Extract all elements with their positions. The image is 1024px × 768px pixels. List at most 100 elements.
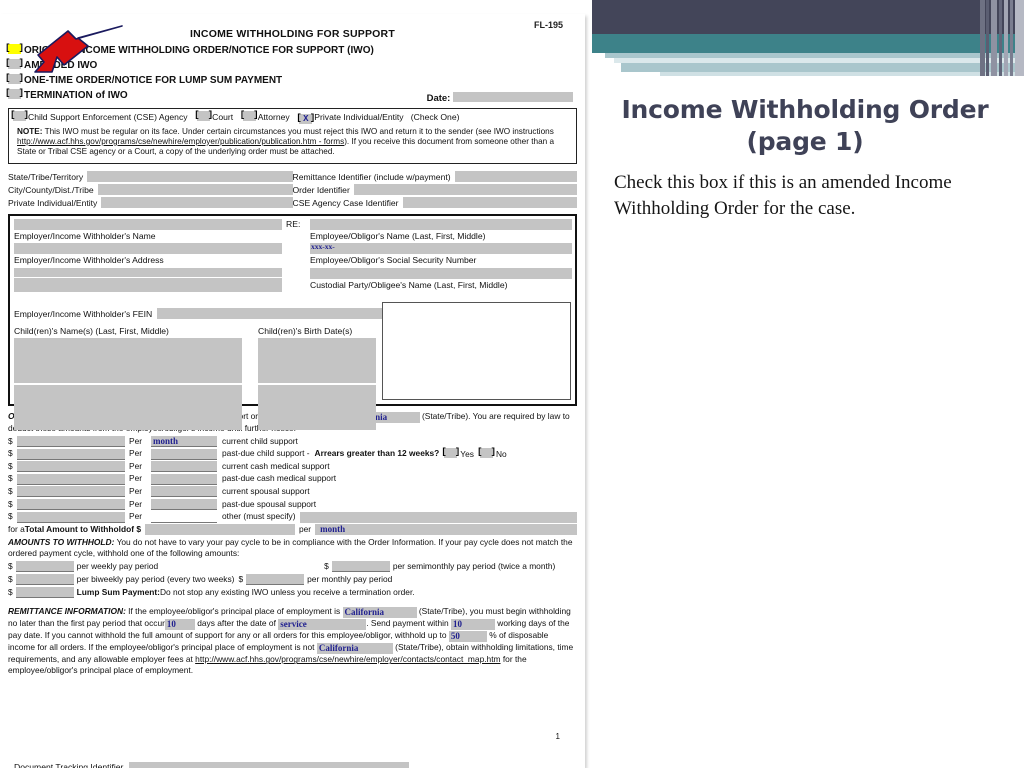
input-biweekly-amount[interactable] (15, 574, 74, 586)
input-child-name-2[interactable] (14, 385, 242, 431)
input-remittance-id[interactable] (454, 171, 577, 183)
input-state-tribe[interactable] (87, 171, 293, 183)
checkbox-attorney[interactable] (240, 110, 259, 121)
desc-past-due-spousal: past-due spousal support (222, 498, 317, 509)
checkbox-cse-agency[interactable] (10, 110, 29, 121)
amount-row-past-due-child-support: $ Per past-due child support - Arrears g… (8, 447, 577, 461)
label-document-tracking: Document Tracking Identifier (14, 762, 124, 768)
desc-current-spousal: current spousal support (222, 485, 310, 496)
input-amount-past-due-child-support[interactable] (17, 448, 125, 460)
input-amount-other[interactable] (17, 511, 125, 523)
checkbox-arrears-no[interactable] (477, 447, 496, 459)
checkbox-lump-sum[interactable] (5, 73, 24, 84)
input-frequency-past-due-cash-medical[interactable] (151, 473, 217, 485)
input-total-amount[interactable] (144, 524, 295, 536)
input-amount-current-cash-medical[interactable] (17, 461, 125, 473)
label-biweekly: per biweekly pay period (every two weeks… (76, 573, 235, 584)
date-input[interactable] (453, 92, 573, 102)
slide-title-line1: Income Withholding Order (621, 95, 989, 124)
pay-row-lump-sum: $ Lump Sum Payment: Do not stop any exis… (8, 586, 415, 599)
caption-custodial-party: Custodial Party/Obligee's Name (Last, Fi… (310, 279, 508, 290)
note-instructions-link[interactable]: http://www.acf.hhs.gov/programs/cse/newh… (17, 137, 344, 146)
label-per-2: Per (129, 448, 143, 459)
checkbox-court[interactable] (194, 110, 213, 121)
input-order-id[interactable] (353, 184, 577, 196)
input-child-dob-2[interactable] (258, 385, 376, 431)
input-remittance-state-2[interactable]: California (316, 643, 393, 655)
input-employee-name[interactable] (310, 219, 572, 231)
caption-employer-name: Employer/Income Withholder's Name (14, 231, 156, 242)
slide-title: Income Withholding Order (page 1) (600, 94, 1010, 158)
slide-canvas: Income Withholding Order (page 1) Check … (0, 0, 1024, 768)
amount-row-past-due-cash-medical: $ Per past-due cash medical support (8, 473, 337, 485)
input-service-date-type[interactable]: service (278, 619, 367, 631)
amount-row-past-due-spousal: $ Per past-due spousal support (8, 498, 317, 510)
input-days-to-begin[interactable]: 10 (164, 619, 195, 631)
checkbox-termination[interactable] (5, 88, 24, 99)
input-child-name-1[interactable] (14, 338, 242, 384)
identifier-column-left: State/Tribe/Territory City/County/Dist./… (8, 170, 293, 209)
header-stripes (980, 0, 1024, 76)
document-tracking-row: Document Tracking Identifier (14, 762, 554, 768)
input-city-county[interactable] (97, 184, 293, 196)
input-child-dob-1[interactable] (258, 338, 376, 384)
input-document-tracking[interactable] (129, 762, 410, 768)
header-bar-pale-2 (621, 63, 1024, 72)
identifier-row-city: City/County/Dist./Tribe (8, 183, 293, 196)
input-weekly-amount[interactable] (15, 561, 74, 573)
employer-column: Employer/Income Withholder's Name Employ… (14, 219, 282, 292)
input-lump-sum-amount[interactable] (15, 587, 74, 599)
order-type-label-termination: TERMINATION of IWO (24, 89, 128, 101)
input-employee-ssn[interactable]: xxx-xx- (310, 243, 572, 255)
input-frequency-current-child-support[interactable]: month (151, 436, 217, 448)
children-names-cells (14, 338, 242, 432)
date-label: Date: (426, 93, 451, 104)
input-days-to-send[interactable]: 10 (450, 619, 495, 631)
input-custodial-party-name[interactable] (310, 267, 572, 279)
note-text-part1: This IWO must be regular on its face. Un… (42, 126, 554, 136)
input-amount-current-spousal[interactable] (17, 486, 125, 498)
input-frequency-past-due-spousal[interactable] (151, 499, 217, 510)
input-employer-address-3[interactable] (14, 277, 282, 292)
order-type-row-lump-sum[interactable]: ONE-TIME ORDER/NOTICE FOR LUMP SUM PAYME… (5, 73, 577, 87)
checkbox-amended-iwo[interactable] (5, 58, 24, 70)
input-amount-current-child-support[interactable] (17, 436, 125, 448)
input-frequency-other[interactable] (151, 512, 217, 523)
input-semimonthly-amount[interactable] (331, 561, 390, 573)
input-employer-name[interactable] (14, 219, 282, 231)
header-children-dob: Child(ren)'s Birth Date(s) (258, 326, 353, 337)
lump-sum-label: Lump Sum Payment: (76, 586, 160, 597)
input-amount-past-due-cash-medical[interactable] (17, 473, 125, 485)
input-disposable-percent[interactable]: 50 (448, 631, 487, 643)
input-amount-past-due-spousal[interactable] (17, 499, 125, 510)
label-cse-case-id: CSE Agency Case Identifier (292, 197, 399, 208)
party-information-box: RE: Employer/Income Withholder's Name Em… (8, 214, 577, 431)
annotation-arrow-icon (34, 25, 123, 73)
input-frequency-current-spousal[interactable] (151, 486, 217, 498)
label-arrears-no: No (495, 449, 507, 460)
input-other-specify[interactable] (299, 511, 577, 523)
input-frequency-current-cash-medical[interactable] (151, 461, 217, 473)
caption-employer-address: Employer/Income Withholder's Address (14, 255, 164, 266)
checkbox-arrears-yes[interactable] (441, 447, 460, 459)
input-private-entity[interactable] (101, 197, 293, 209)
sender-label-court: Court (212, 111, 234, 122)
checkbox-original-iwo[interactable] (5, 43, 24, 55)
input-monthly-amount[interactable] (246, 574, 305, 586)
input-total-frequency[interactable]: month (315, 524, 577, 536)
input-frequency-past-due-child-support[interactable] (151, 448, 217, 460)
input-remittance-state-1[interactable]: California (342, 607, 417, 619)
checkbox-private-individual[interactable]: X (296, 113, 315, 124)
remittance-part1: If the employee/obligor's principal plac… (125, 606, 343, 617)
remittance-contact-map-link[interactable]: http://www.acf.hhs.gov/programs/cse/newh… (195, 654, 500, 664)
identifier-row-remittance: Remittance Identifier (include w/payment… (293, 170, 577, 183)
input-employer-address-1[interactable] (14, 243, 282, 255)
desc-current-cash-medical: current cash medical support (222, 460, 330, 471)
date-field-group: Date: (427, 92, 573, 104)
input-employer-address-2[interactable] (14, 267, 282, 277)
form-note: NOTE: This IWO must be regular on its fa… (13, 124, 572, 162)
header-bar-pale-3 (660, 72, 1024, 76)
total-amount-row: for a Total Amount to Withhold of $ per … (8, 524, 577, 536)
label-per-5: Per (129, 485, 143, 496)
input-cse-case-id[interactable] (402, 197, 577, 209)
